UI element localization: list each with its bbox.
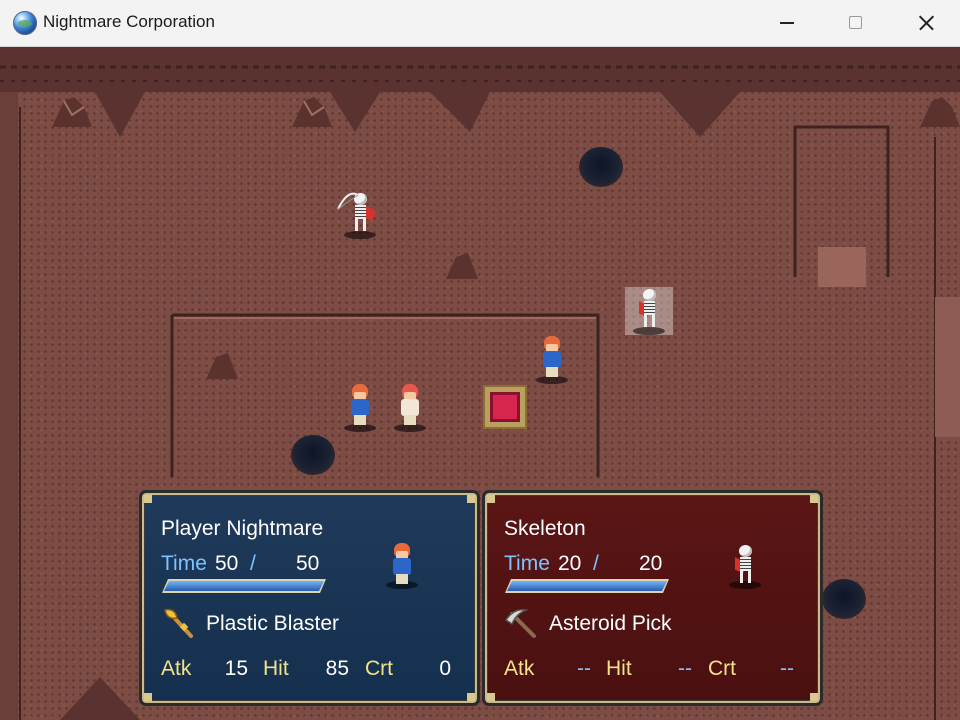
time-label: Time [504, 552, 550, 575]
time-max: 50 [296, 552, 320, 575]
time-bar [505, 579, 669, 593]
cave-hole [579, 147, 623, 187]
time-bar [162, 579, 326, 593]
player-forecast-panel: Player Nightmare Time 50 / 50 Plastic Bl… [139, 490, 480, 706]
axe-icon [164, 608, 193, 638]
hit-label: Hit [263, 657, 289, 680]
goal-tile[interactable] [483, 385, 527, 429]
ally-unit[interactable] [386, 380, 434, 432]
time-bar-fill [507, 581, 667, 591]
minimize-button[interactable] [764, 0, 810, 46]
skeleton-targeted-unit[interactable] [625, 283, 673, 335]
close-button[interactable] [903, 0, 949, 46]
crt-label: Crt [708, 657, 736, 680]
rock [292, 97, 332, 127]
time-label: Time [161, 552, 207, 575]
cave-hole [822, 579, 866, 619]
skeleton-archer-unit[interactable] [336, 187, 384, 239]
window-title: Nightmare Corporation [43, 12, 215, 31]
time-bar-fill [164, 581, 324, 591]
hit-value: -- [678, 657, 692, 680]
atk-value: 15 [224, 657, 248, 680]
crt-label: Crt [365, 657, 393, 680]
atk-label: Atk [161, 657, 192, 680]
weapon-name: Asteroid Pick [549, 612, 672, 635]
weapon-name: Plastic Blaster [206, 612, 340, 635]
rock [52, 97, 92, 127]
maximize-icon [849, 16, 862, 29]
ally-unit[interactable] [336, 380, 384, 432]
enemy-portrait [721, 539, 761, 589]
enemy-forecast-panel: Skeleton Time 20 / 20 Asteroid Pick Atk … [482, 490, 823, 706]
pickaxe-icon [504, 608, 536, 638]
globe-icon [13, 11, 37, 35]
enemy-name: Skeleton [504, 517, 586, 540]
atk-value: -- [577, 657, 591, 680]
rock [206, 353, 238, 379]
rock [446, 253, 478, 279]
crt-value: -- [780, 657, 794, 680]
crt-value: 0 [439, 657, 451, 680]
time-slash: / [250, 552, 256, 575]
rock [920, 97, 960, 127]
player-portrait [378, 539, 418, 589]
cave-hole [291, 435, 335, 475]
window-titlebar: Nightmare Corporation [0, 0, 960, 47]
hit-label: Hit [606, 657, 632, 680]
time-current: 50 [215, 552, 239, 575]
time-current: 20 [558, 552, 582, 575]
blue-hero-unit[interactable] [528, 332, 576, 384]
time-slash: / [593, 552, 599, 575]
hit-value: 85 [325, 657, 349, 680]
player-name: Player Nightmare [161, 517, 324, 540]
bow-icon [337, 192, 359, 210]
minimize-icon [780, 22, 794, 24]
atk-label: Atk [504, 657, 535, 680]
maximize-button[interactable] [832, 0, 878, 46]
time-max: 20 [639, 552, 663, 575]
